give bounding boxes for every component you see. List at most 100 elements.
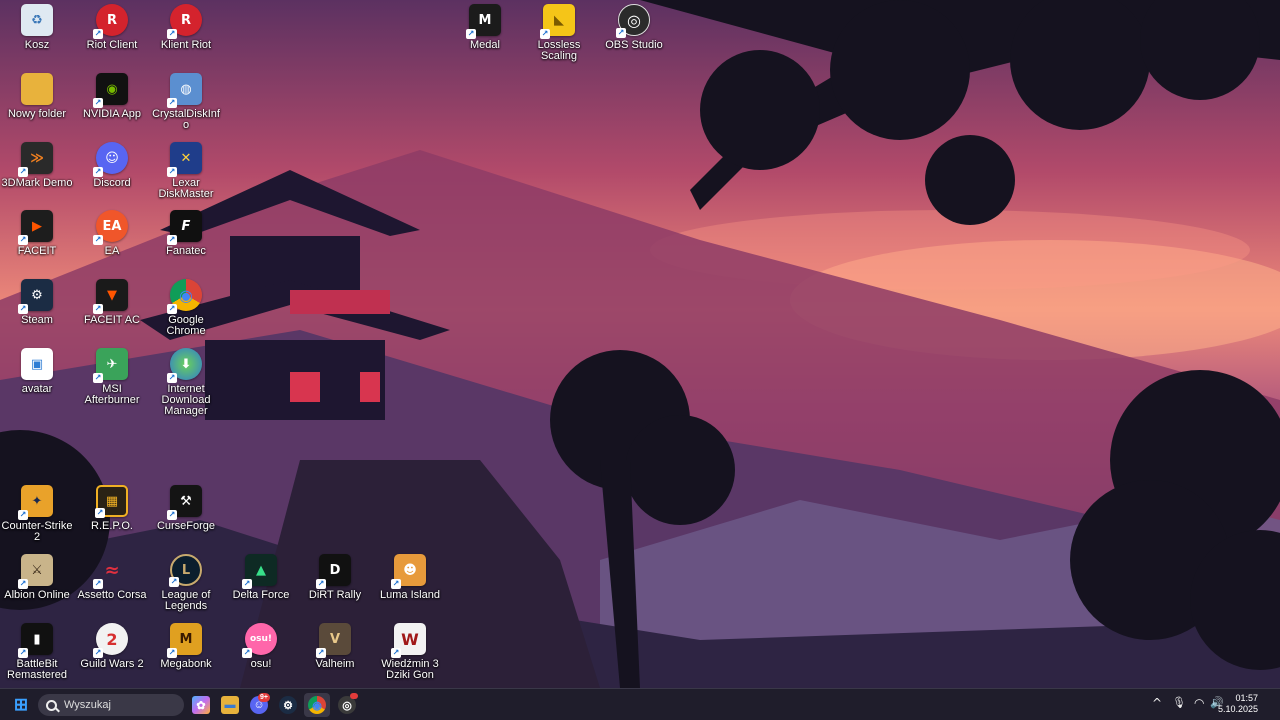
wifi-icon[interactable]: ◠ — [1194, 696, 1204, 710]
delta-force-icon: ▲ ↗ — [242, 554, 277, 589]
desktop-icon-kosz[interactable]: ♻ Kosz — [1, 4, 73, 51]
desktop-icon-nowy-folder[interactable]: Nowy folder — [1, 73, 73, 120]
desktop-icon-label: CrystalDiskInfo — [152, 108, 220, 131]
desktop-icon-medal[interactable]: M ↗ Medal — [449, 4, 521, 51]
desktop-icon-google-chrome[interactable]: ◉ ↗ Google Chrome — [150, 279, 222, 337]
dirt-icon: D ↗ — [316, 554, 351, 589]
desktop-icon-label: avatar — [21, 383, 53, 395]
valheim-icon: V ↗ — [316, 623, 351, 658]
desktop-icon-label: Steam — [21, 314, 53, 326]
faceit-icon: ▶ ↗ — [18, 210, 53, 245]
desktop-icon-label: Nowy folder — [7, 108, 67, 120]
desktop-icon-crystaldiskinfo[interactable]: ◍ ↗ CrystalDiskInfo — [150, 73, 222, 131]
desktop-icon-label: Klient Riot — [160, 39, 212, 51]
desktop-icon-avatar[interactable]: ▣ avatar — [1, 348, 73, 395]
taskbar-copilot[interactable]: ✿ — [188, 693, 214, 717]
desktop-icon-3dmark[interactable]: ≫ ↗ 3DMark Demo — [1, 142, 73, 189]
desktop-icon-repo[interactable]: ▦ ↗ R.E.P.O. — [76, 485, 148, 532]
desktop-icon-faceit[interactable]: ▶ ↗ FACEIT — [1, 210, 73, 257]
ea-icon: EA ↗ — [93, 210, 128, 245]
taskbar-file-explorer[interactable]: ▬ — [217, 693, 243, 717]
search-box[interactable]: Wyszukaj — [38, 694, 184, 716]
desktop-icon-idm[interactable]: ⬇ ↗ Internet Download Manager — [150, 348, 222, 417]
assetto-icon: ≈ ↗ — [93, 559, 120, 589]
desktop[interactable]: ♻ Kosz Nowy folder ≫ ↗ 3DMark Demo ▶ ↗ FAC… — [0, 0, 1280, 688]
desktop-icon-osu[interactable]: osu! ↗ osu! — [225, 623, 297, 670]
clock-time: 01:57 — [1235, 693, 1258, 703]
tray-overflow-chevron[interactable]: ^ — [1152, 696, 1162, 710]
desktop-icon-ea[interactable]: EA ↗ EA — [76, 210, 148, 257]
taskbar-chrome[interactable]: ◉ — [304, 693, 330, 717]
desktop-icon-lexar[interactable]: ✕ ↗ Lexar DiskMaster — [150, 142, 222, 200]
desktop-icon-lossless-scaling[interactable]: ◣ ↗ Lossless Scaling — [523, 4, 595, 62]
desktop-icon-label: FACEIT AC — [83, 314, 141, 326]
desktop-icon-megabonk[interactable]: M ↗ Megabonk — [150, 623, 222, 670]
desktop-icon-label: osu! — [250, 658, 272, 670]
desktop-icon-valheim[interactable]: V ↗ Valheim — [299, 623, 371, 670]
microphone-icon[interactable]: 🎙 — [1172, 696, 1186, 709]
clock-date: 5.10.2025 — [1217, 704, 1258, 714]
desktop-icon-faceit-ac[interactable]: ▼ ↗ FACEIT AC — [76, 279, 148, 326]
desktop-icon-label: League of Legends — [161, 589, 211, 612]
desktop-icon-label: Megabonk — [160, 658, 212, 670]
chrome-icon: ◉ ↗ — [167, 279, 202, 314]
desktop-icon-label: Kosz — [24, 39, 50, 51]
desktop-icon-discord[interactable]: ☺ ↗ Discord — [76, 142, 148, 189]
duck-icon: ◣ ↗ — [540, 4, 575, 39]
desktop-icon-witcher-3[interactable]: W ↗ Wiedźmin 3 Dziki Gon — [374, 623, 446, 681]
desktop-icon-label: Assetto Corsa — [77, 589, 147, 601]
witcher-icon: W ↗ — [391, 623, 426, 658]
desktop-icon-label: Luma Island — [380, 589, 440, 601]
albion-icon: ⚔ ↗ — [18, 554, 53, 589]
desktop-icon-label: R.E.P.O. — [91, 520, 133, 532]
disk-icon: ◍ ↗ — [167, 73, 202, 108]
desktop-icon-label: EA — [104, 245, 120, 257]
desktop-icon-delta-force[interactable]: ▲ ↗ Delta Force — [225, 554, 297, 601]
search-placeholder: Wyszukaj — [64, 699, 111, 711]
recording-badge — [350, 693, 358, 699]
desktop-icon-label: Lossless Scaling — [537, 39, 581, 62]
desktop-icon-label: Valheim — [315, 658, 355, 670]
desktop-icon-riot-client[interactable]: R ↗ Riot Client — [76, 4, 148, 51]
desktop-icon-label: Counter-Strike 2 — [1, 520, 73, 543]
3dmark-icon: ≫ ↗ — [18, 142, 53, 177]
desktop-icon-curseforge[interactable]: ⚒ ↗ CurseForge — [150, 485, 222, 532]
desktop-icon-luma-island[interactable]: ☻ ↗ Luma Island — [374, 554, 446, 601]
discord-icon: ☺ ↗ — [93, 142, 128, 177]
desktop-icon-label: Medal — [470, 39, 500, 51]
clock[interactable]: 01:57 5.10.2025 — [1218, 693, 1258, 715]
taskbar-obs[interactable]: ◎ — [334, 693, 360, 717]
desktop-icon-albion[interactable]: ⚔ ↗ Albion Online — [1, 554, 73, 601]
desktop-icon-label: FACEIT — [17, 245, 57, 257]
desktop-icon-klient-riot[interactable]: R ↗ Klient Riot — [150, 4, 222, 51]
cs2-icon: ✦ ↗ — [18, 485, 53, 520]
desktop-icon-label: NVIDIA App — [82, 108, 142, 120]
desktop-icon-label: Fanatec — [166, 245, 206, 257]
desktop-icon-label: Google Chrome — [166, 314, 206, 337]
repo-icon: ▦ ↗ — [95, 485, 128, 518]
desktop-icon-nvidia[interactable]: ◉ ↗ NVIDIA App — [76, 73, 148, 120]
taskbar-discord[interactable]: ☺ 9+ — [246, 693, 272, 717]
taskbar-steam[interactable]: ⚙ — [275, 693, 301, 717]
desktop-icon-label: Delta Force — [232, 589, 290, 601]
image-file-icon: ▣ — [21, 348, 53, 380]
desktop-icon-dirt-rally[interactable]: D ↗ DiRT Rally — [299, 554, 371, 601]
desktop-icon-label: OBS Studio — [605, 39, 663, 51]
desktop-icon-league-of-legends[interactable]: L ↗ League of Legends — [150, 554, 222, 612]
desktop-icon-obs-studio[interactable]: ◎ ↗ OBS Studio — [598, 4, 670, 51]
desktop-icon-cs2[interactable]: ✦ ↗ Counter-Strike 2 — [1, 485, 73, 543]
desktop-icon-label: Riot Client — [86, 39, 138, 51]
steam-icon: ⚙ — [279, 696, 297, 714]
desktop-icon-guild-wars-2[interactable]: 2 ↗ Guild Wars 2 — [76, 623, 148, 670]
start-button[interactable]: ⊞ — [8, 693, 34, 717]
desktop-icon-steam[interactable]: ⚙ ↗ Steam — [1, 279, 73, 326]
desktop-icon-fanatec[interactable]: F ↗ Fanatec — [150, 210, 222, 257]
desktop-icon-assetto-corsa[interactable]: ≈ ↗ Assetto Corsa — [76, 554, 148, 601]
megabonk-icon: M ↗ — [167, 623, 202, 658]
desktop-icon-msi-afterburner[interactable]: ✈ ↗ MSI Afterburner — [76, 348, 148, 406]
desktop-icon-battlebit[interactable]: ▮ ↗ BattleBit Remastered — [1, 623, 73, 681]
notification-badge: 9+ — [258, 693, 270, 702]
recycle-bin-icon: ♻ — [21, 4, 53, 36]
battlebit-icon: ▮ ↗ — [18, 623, 53, 658]
discord-icon: ☺ 9+ — [250, 693, 270, 714]
